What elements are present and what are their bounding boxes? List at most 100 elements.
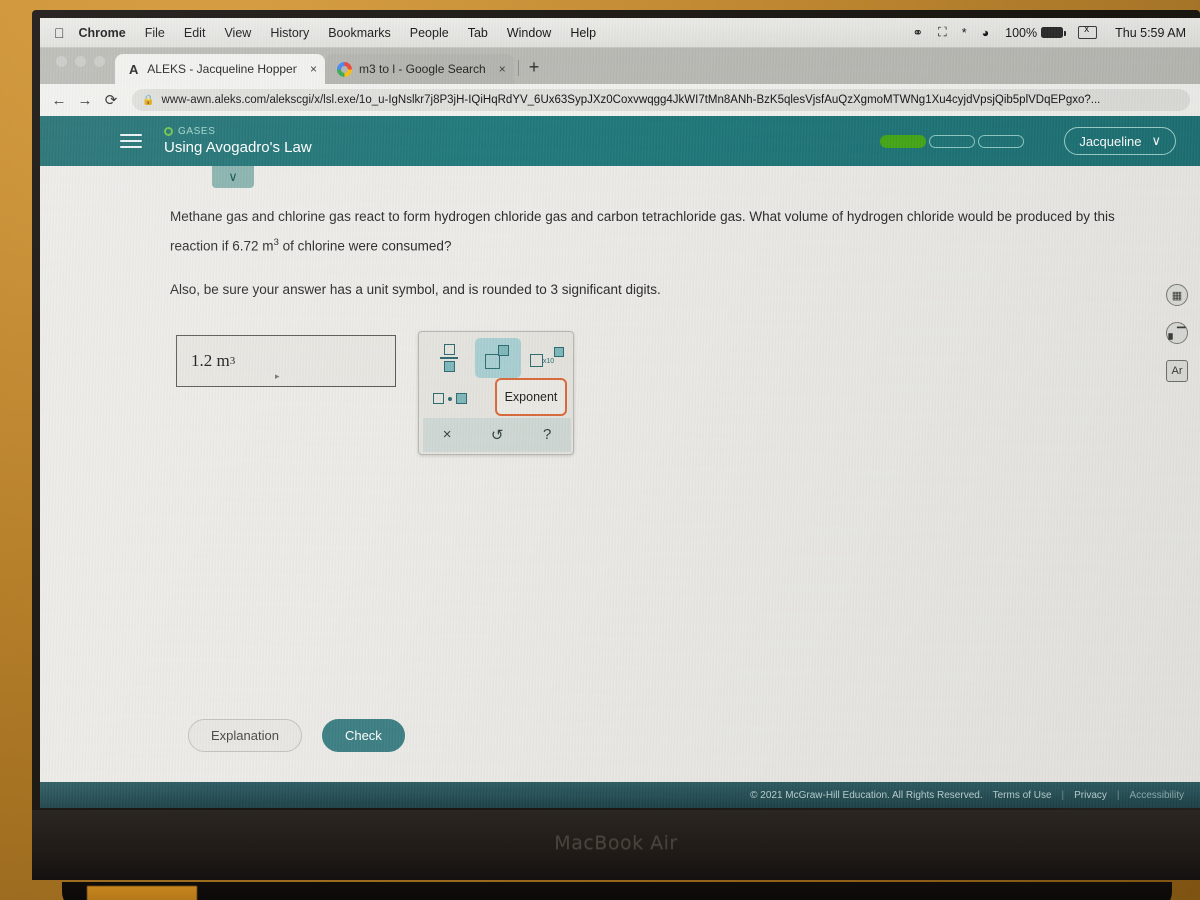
hamburger-icon[interactable]: [120, 130, 142, 152]
browser-tab-aleks[interactable]: A ALEKS - Jacqueline Hoppenrey ×: [115, 54, 325, 84]
laptop-hinge: [62, 882, 1172, 900]
menu-item-people[interactable]: People: [410, 26, 449, 40]
menu-item-window[interactable]: Window: [507, 26, 551, 40]
back-button[interactable]: ←: [46, 92, 72, 109]
sci-x10-label: x10: [542, 358, 555, 365]
check-button[interactable]: Check: [321, 719, 405, 752]
question-statement: Methane gas and chlorine gas react to fo…: [170, 204, 1170, 260]
address-bar[interactable]: 🔒 www-awn.aleks.com/alekscgi/x/lsl.exe/1…: [132, 89, 1190, 111]
menu-item-help[interactable]: Help: [570, 26, 596, 40]
scientific-notation-icon[interactable]: x10: [525, 338, 569, 378]
close-window-button[interactable]: [56, 55, 67, 67]
exponent-tooltip: Exponent: [495, 377, 567, 416]
menu-item-tab[interactable]: Tab: [468, 26, 488, 40]
page-title: Using Avogadro's Law: [164, 139, 312, 156]
footer-separator: |: [1061, 789, 1065, 801]
palette-row-top: x10: [419, 336, 575, 380]
topic-kicker: GASES: [164, 126, 312, 137]
menu-item-chrome[interactable]: Chrome: [79, 26, 126, 40]
help-icon[interactable]: ?: [543, 426, 551, 443]
menu-item-view[interactable]: View: [224, 26, 251, 40]
bluetooth-icon[interactable]: *: [962, 26, 967, 40]
progress-indicator: [880, 134, 1025, 148]
clear-icon[interactable]: ×: [443, 426, 452, 443]
copyright-text: © 2021 McGraw-Hill Education. All Rights…: [750, 789, 983, 801]
progress-segment: [978, 134, 1025, 148]
airplay-icon[interactable]: ⛶: [938, 25, 947, 40]
calculator-icon[interactable]: ▦: [1166, 284, 1188, 306]
macbook-air-label: MacBook Air: [554, 832, 678, 854]
topic-status-icon: [164, 127, 173, 136]
exponent-icon[interactable]: [475, 337, 521, 378]
close-tab-icon[interactable]: ×: [499, 62, 506, 76]
user-name-label: Jacqueline: [1079, 133, 1142, 149]
answer-exponent: 3: [229, 354, 236, 367]
tooltip-label: Exponent: [504, 389, 558, 404]
address-bar-url: www-awn.aleks.com/alekscgi/x/lsl.exe/1o_…: [161, 94, 1101, 106]
browser-tab-google-search[interactable]: m3 to l - Google Search ×: [325, 54, 514, 84]
tab-separator: [517, 60, 519, 76]
privacy-link[interactable]: Privacy: [1074, 790, 1107, 801]
bar-chart-icon[interactable]: ▖▔: [1166, 322, 1188, 344]
screen-mirror-icon[interactable]: [1078, 24, 1098, 39]
new-tab-button[interactable]: +: [527, 57, 550, 84]
topic-label: GASES: [178, 126, 216, 137]
aleks-app-header: GASES Using Avogadro's Law Jacqueline ∨: [40, 116, 1200, 166]
laptop: MacBook Air  Chrome File Edit View Hist…: [32, 10, 1200, 900]
battery-icon[interactable]: [1041, 27, 1067, 38]
aleks-a-icon: A: [128, 61, 139, 77]
answer-input[interactable]: 1.2 m3 ▸: [176, 334, 396, 387]
question-content: Methane gas and chlorine gas react to fo…: [40, 166, 1200, 475]
accessibility-link[interactable]: Accessibility: [1130, 790, 1184, 801]
window-controls: [50, 48, 115, 84]
math-input-palette: x10 Exponent × ↺ ?: [418, 330, 575, 455]
question-line-2b: of chlorine were consumed?: [278, 238, 452, 254]
screen:  Chrome File Edit View History Bookmark…: [40, 18, 1200, 808]
browser-toolbar: ← → ⟳ 🔒 www-awn.aleks.com/alekscgi/x/lsl…: [40, 84, 1200, 116]
maximize-window-button[interactable]: [94, 55, 105, 67]
periodic-table-label: Ar: [1171, 365, 1183, 377]
chevron-down-icon: ∨: [1151, 133, 1161, 148]
creative-cloud-icon[interactable]: ⚭: [912, 25, 922, 40]
palette-row-bottom: × ↺ ?: [423, 417, 571, 452]
menu-bar-clock[interactable]: Thu 5:59 AM: [1115, 26, 1186, 40]
lock-icon: 🔒: [142, 94, 155, 106]
wifi-icon[interactable]: ◕: [982, 26, 990, 40]
progress-segment: [929, 134, 976, 148]
explanation-button[interactable]: Explanation: [188, 719, 302, 752]
close-tab-icon[interactable]: ×: [310, 62, 317, 76]
forward-button[interactable]: →: [72, 92, 98, 109]
reload-button[interactable]: ⟳: [98, 91, 124, 109]
fraction-icon[interactable]: [427, 337, 471, 379]
google-icon: [337, 61, 352, 77]
progress-segment: [880, 134, 927, 148]
apple-menu-icon[interactable]: : [54, 26, 65, 40]
periodic-table-icon[interactable]: Ar: [1166, 360, 1188, 382]
question-note: Also, be sure your answer has a unit sym…: [170, 281, 661, 297]
tool-rail: ▦ ▖▔ Ar: [1166, 284, 1188, 382]
browser-tab-label: ALEKS - Jacqueline Hoppenrey: [147, 62, 297, 76]
undo-icon[interactable]: ↺: [491, 426, 504, 444]
footer-separator: |: [1116, 789, 1120, 801]
action-buttons: Explanation Check: [188, 719, 405, 752]
browser-tab-label: m3 to l - Google Search: [359, 62, 486, 76]
question-line-1: Methane gas and chlorine gas react to fo…: [170, 209, 1115, 224]
menu-item-history[interactable]: History: [270, 26, 309, 40]
browser-tab-strip: A ALEKS - Jacqueline Hoppenrey × m3 to l…: [40, 48, 1200, 84]
answer-area: 1.2 m3 ▸ x10 Exponent × ↺ ?: [170, 330, 1200, 475]
menu-item-file[interactable]: File: [145, 26, 165, 40]
header-titles: GASES Using Avogadro's Law: [164, 126, 312, 156]
macos-menu-bar:  Chrome File Edit View History Bookmark…: [40, 18, 1200, 48]
user-menu-button[interactable]: Jacqueline ∨: [1064, 127, 1176, 155]
text-caret: ▸: [275, 370, 280, 381]
answer-value: 1.2 m: [191, 350, 230, 370]
battery-percent-label: 100%: [1005, 25, 1038, 40]
menu-item-bookmarks[interactable]: Bookmarks: [328, 26, 391, 40]
multiplication-dot-icon[interactable]: [433, 393, 467, 404]
hinge-notch: [87, 886, 197, 900]
page-footer: © 2021 McGraw-Hill Education. All Rights…: [40, 782, 1200, 808]
menu-item-edit[interactable]: Edit: [184, 26, 206, 40]
minimize-window-button[interactable]: [75, 55, 86, 67]
terms-of-use-link[interactable]: Terms of Use: [993, 790, 1052, 801]
question-line-2a: reaction if 6.72 m: [170, 238, 274, 254]
